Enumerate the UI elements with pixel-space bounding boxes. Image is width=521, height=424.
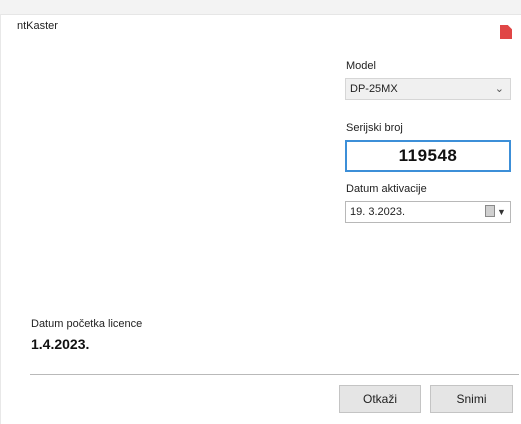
model-select[interactable]: DP-25MX ⌄ [345, 78, 511, 100]
cancel-button[interactable]: Otkaži [339, 385, 421, 413]
divider [30, 374, 519, 375]
activation-date-value: 19. 3.2023. [350, 206, 406, 218]
activation-date-label: Datum aktivacije [346, 183, 427, 195]
serial-label: Serijski broj [346, 122, 403, 134]
calendar-dropdown-button[interactable]: ▼ [485, 205, 507, 219]
dropdown-arrow-icon: ▼ [497, 207, 506, 217]
chevron-down-icon[interactable]: ⌄ [495, 79, 504, 99]
top-strip [0, 0, 521, 15]
license-start-value: 1.4.2023. [31, 336, 90, 352]
left-edge [0, 14, 1, 424]
save-button[interactable]: Snimi [430, 385, 513, 413]
window-title: ntKaster [17, 20, 58, 32]
model-label: Model [346, 60, 376, 72]
serial-input[interactable]: 119548 [345, 140, 511, 172]
activation-date-field[interactable]: 19. 3.2023. ▼ [345, 201, 511, 223]
license-start-label: Datum početka licence [31, 318, 143, 330]
model-value: DP-25MX [350, 83, 398, 95]
license-dialog: ntKaster Model DP-25MX ⌄ Serijski broj 1… [0, 0, 521, 424]
close-icon[interactable] [500, 25, 512, 39]
calendar-icon [485, 205, 495, 217]
